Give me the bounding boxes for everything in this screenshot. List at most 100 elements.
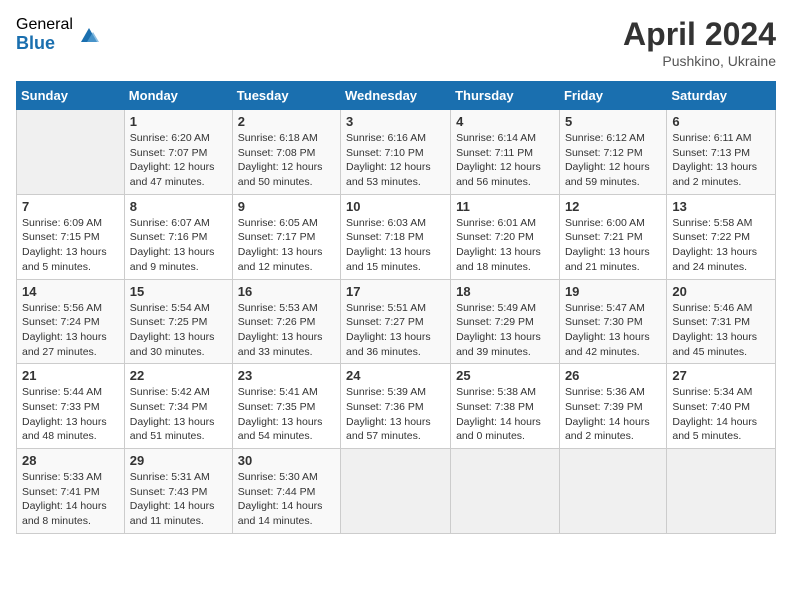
day-info: Sunrise: 6:12 AMSunset: 7:12 PMDaylight:… — [565, 131, 661, 190]
day-number: 29 — [130, 453, 227, 468]
calendar-day: 5 Sunrise: 6:12 AMSunset: 7:12 PMDaylight… — [559, 110, 666, 195]
day-info: Sunrise: 5:33 AMSunset: 7:41 PMDaylight:… — [22, 470, 119, 529]
header-tuesday: Tuesday — [232, 82, 340, 110]
day-info: Sunrise: 5:56 AMSunset: 7:24 PMDaylight:… — [22, 301, 119, 360]
day-number: 5 — [565, 114, 661, 129]
day-number: 28 — [22, 453, 119, 468]
calendar-day: 6 Sunrise: 6:11 AMSunset: 7:13 PMDaylight… — [667, 110, 776, 195]
day-info: Sunrise: 6:11 AMSunset: 7:13 PMDaylight:… — [672, 131, 770, 190]
calendar-day: 13Sunrise: 5:58 AMSunset: 7:22 PMDayligh… — [667, 194, 776, 279]
day-info: Sunrise: 5:38 AMSunset: 7:38 PMDaylight:… — [456, 385, 554, 444]
day-number: 2 — [238, 114, 335, 129]
calendar-day: 14 Sunrise: 5:56 AMSunset: 7:24 PMDayligh… — [17, 279, 125, 364]
day-number: 10 — [346, 199, 445, 214]
calendar-week-1: 1 Sunrise: 6:20 AMSunset: 7:07 PMDaylight… — [17, 110, 776, 195]
day-info: Sunrise: 6:07 AMSunset: 7:16 PMDaylight:… — [130, 216, 227, 275]
title-block: April 2024 Pushkino, Ukraine — [623, 16, 776, 69]
calendar-day — [559, 449, 666, 534]
day-info: Sunrise: 5:46 AMSunset: 7:31 PMDaylight:… — [672, 301, 770, 360]
day-number: 4 — [456, 114, 554, 129]
day-number: 13 — [672, 199, 770, 214]
day-number: 27 — [672, 368, 770, 383]
logo-icon — [77, 24, 101, 48]
day-number: 23 — [238, 368, 335, 383]
calendar-day: 16Sunrise: 5:53 AMSunset: 7:26 PMDayligh… — [232, 279, 340, 364]
calendar-day: 2 Sunrise: 6:18 AMSunset: 7:08 PMDaylight… — [232, 110, 340, 195]
day-number: 8 — [130, 199, 227, 214]
day-info: Sunrise: 5:31 AMSunset: 7:43 PMDaylight:… — [130, 470, 227, 529]
calendar-day: 21 Sunrise: 5:44 AMSunset: 7:33 PMDayligh… — [17, 364, 125, 449]
day-info: Sunrise: 6:14 AMSunset: 7:11 PMDaylight:… — [456, 131, 554, 190]
calendar-day — [341, 449, 451, 534]
day-info: Sunrise: 5:30 AMSunset: 7:44 PMDaylight:… — [238, 470, 335, 529]
day-info: Sunrise: 5:54 AMSunset: 7:25 PMDaylight:… — [130, 301, 227, 360]
calendar-day: 17 Sunrise: 5:51 AMSunset: 7:27 PMDayligh… — [341, 279, 451, 364]
calendar-day: 11Sunrise: 6:01 AMSunset: 7:20 PMDayligh… — [451, 194, 560, 279]
day-number: 9 — [238, 199, 335, 214]
logo: General Blue — [16, 16, 101, 53]
header-thursday: Thursday — [451, 82, 560, 110]
calendar-day: 22Sunrise: 5:42 AMSunset: 7:34 PMDayligh… — [124, 364, 232, 449]
day-number: 30 — [238, 453, 335, 468]
day-number: 25 — [456, 368, 554, 383]
day-number: 19 — [565, 284, 661, 299]
calendar-day: 20 Sunrise: 5:46 AMSunset: 7:31 PMDayligh… — [667, 279, 776, 364]
day-info: Sunrise: 5:51 AMSunset: 7:27 PMDaylight:… — [346, 301, 445, 360]
calendar-day: 27Sunrise: 5:34 AMSunset: 7:40 PMDayligh… — [667, 364, 776, 449]
day-info: Sunrise: 5:47 AMSunset: 7:30 PMDaylight:… — [565, 301, 661, 360]
calendar-week-3: 14 Sunrise: 5:56 AMSunset: 7:24 PMDayligh… — [17, 279, 776, 364]
day-number: 20 — [672, 284, 770, 299]
day-number: 1 — [130, 114, 227, 129]
calendar-day: 10 Sunrise: 6:03 AMSunset: 7:18 PMDayligh… — [341, 194, 451, 279]
day-number: 14 — [22, 284, 119, 299]
logo-general: General — [16, 16, 73, 34]
month-year: April 2024 — [623, 16, 776, 53]
calendar-day: 8 Sunrise: 6:07 AMSunset: 7:16 PMDaylight… — [124, 194, 232, 279]
day-number: 17 — [346, 284, 445, 299]
calendar-day: 29 Sunrise: 5:31 AMSunset: 7:43 PMDayligh… — [124, 449, 232, 534]
day-info: Sunrise: 6:03 AMSunset: 7:18 PMDaylight:… — [346, 216, 445, 275]
day-info: Sunrise: 6:09 AMSunset: 7:15 PMDaylight:… — [22, 216, 119, 275]
day-info: Sunrise: 6:00 AMSunset: 7:21 PMDaylight:… — [565, 216, 661, 275]
day-info: Sunrise: 5:44 AMSunset: 7:33 PMDaylight:… — [22, 385, 119, 444]
calendar-day: 1 Sunrise: 6:20 AMSunset: 7:07 PMDaylight… — [124, 110, 232, 195]
day-number: 3 — [346, 114, 445, 129]
day-number: 11 — [456, 199, 554, 214]
calendar-week-5: 28 Sunrise: 5:33 AMSunset: 7:41 PMDayligh… — [17, 449, 776, 534]
day-info: Sunrise: 5:53 AMSunset: 7:26 PMDaylight:… — [238, 301, 335, 360]
header-monday: Monday — [124, 82, 232, 110]
calendar-day: 24 Sunrise: 5:39 AMSunset: 7:36 PMDayligh… — [341, 364, 451, 449]
day-info: Sunrise: 5:49 AMSunset: 7:29 PMDaylight:… — [456, 301, 554, 360]
day-number: 26 — [565, 368, 661, 383]
calendar-week-4: 21 Sunrise: 5:44 AMSunset: 7:33 PMDayligh… — [17, 364, 776, 449]
page-header: General Blue April 2024 Pushkino, Ukrain… — [16, 16, 776, 69]
calendar-day: 3 Sunrise: 6:16 AMSunset: 7:10 PMDaylight… — [341, 110, 451, 195]
day-info: Sunrise: 6:18 AMSunset: 7:08 PMDaylight:… — [238, 131, 335, 190]
calendar-day — [451, 449, 560, 534]
day-info: Sunrise: 5:36 AMSunset: 7:39 PMDaylight:… — [565, 385, 661, 444]
header-friday: Friday — [559, 82, 666, 110]
header-saturday: Saturday — [667, 82, 776, 110]
day-number: 18 — [456, 284, 554, 299]
calendar-header-row: SundayMondayTuesdayWednesdayThursdayFrid… — [17, 82, 776, 110]
day-number: 7 — [22, 199, 119, 214]
day-number: 21 — [22, 368, 119, 383]
calendar-day: 28 Sunrise: 5:33 AMSunset: 7:41 PMDayligh… — [17, 449, 125, 534]
calendar-day: 30 Sunrise: 5:30 AMSunset: 7:44 PMDayligh… — [232, 449, 340, 534]
calendar-day: 19 Sunrise: 5:47 AMSunset: 7:30 PMDayligh… — [559, 279, 666, 364]
day-info: Sunrise: 5:39 AMSunset: 7:36 PMDaylight:… — [346, 385, 445, 444]
calendar-day: 26 Sunrise: 5:36 AMSunset: 7:39 PMDayligh… — [559, 364, 666, 449]
day-number: 6 — [672, 114, 770, 129]
logo-blue: Blue — [16, 34, 73, 54]
day-number: 24 — [346, 368, 445, 383]
day-info: Sunrise: 6:20 AMSunset: 7:07 PMDaylight:… — [130, 131, 227, 190]
calendar-day: 7 Sunrise: 6:09 AMSunset: 7:15 PMDaylight… — [17, 194, 125, 279]
day-info: Sunrise: 6:05 AMSunset: 7:17 PMDaylight:… — [238, 216, 335, 275]
day-info: Sunrise: 5:41 AMSunset: 7:35 PMDaylight:… — [238, 385, 335, 444]
location: Pushkino, Ukraine — [623, 53, 776, 69]
day-info: Sunrise: 6:16 AMSunset: 7:10 PMDaylight:… — [346, 131, 445, 190]
calendar-day: 23 Sunrise: 5:41 AMSunset: 7:35 PMDayligh… — [232, 364, 340, 449]
calendar-day: 9 Sunrise: 6:05 AMSunset: 7:17 PMDaylight… — [232, 194, 340, 279]
calendar-day — [17, 110, 125, 195]
calendar-day: 15Sunrise: 5:54 AMSunset: 7:25 PMDayligh… — [124, 279, 232, 364]
